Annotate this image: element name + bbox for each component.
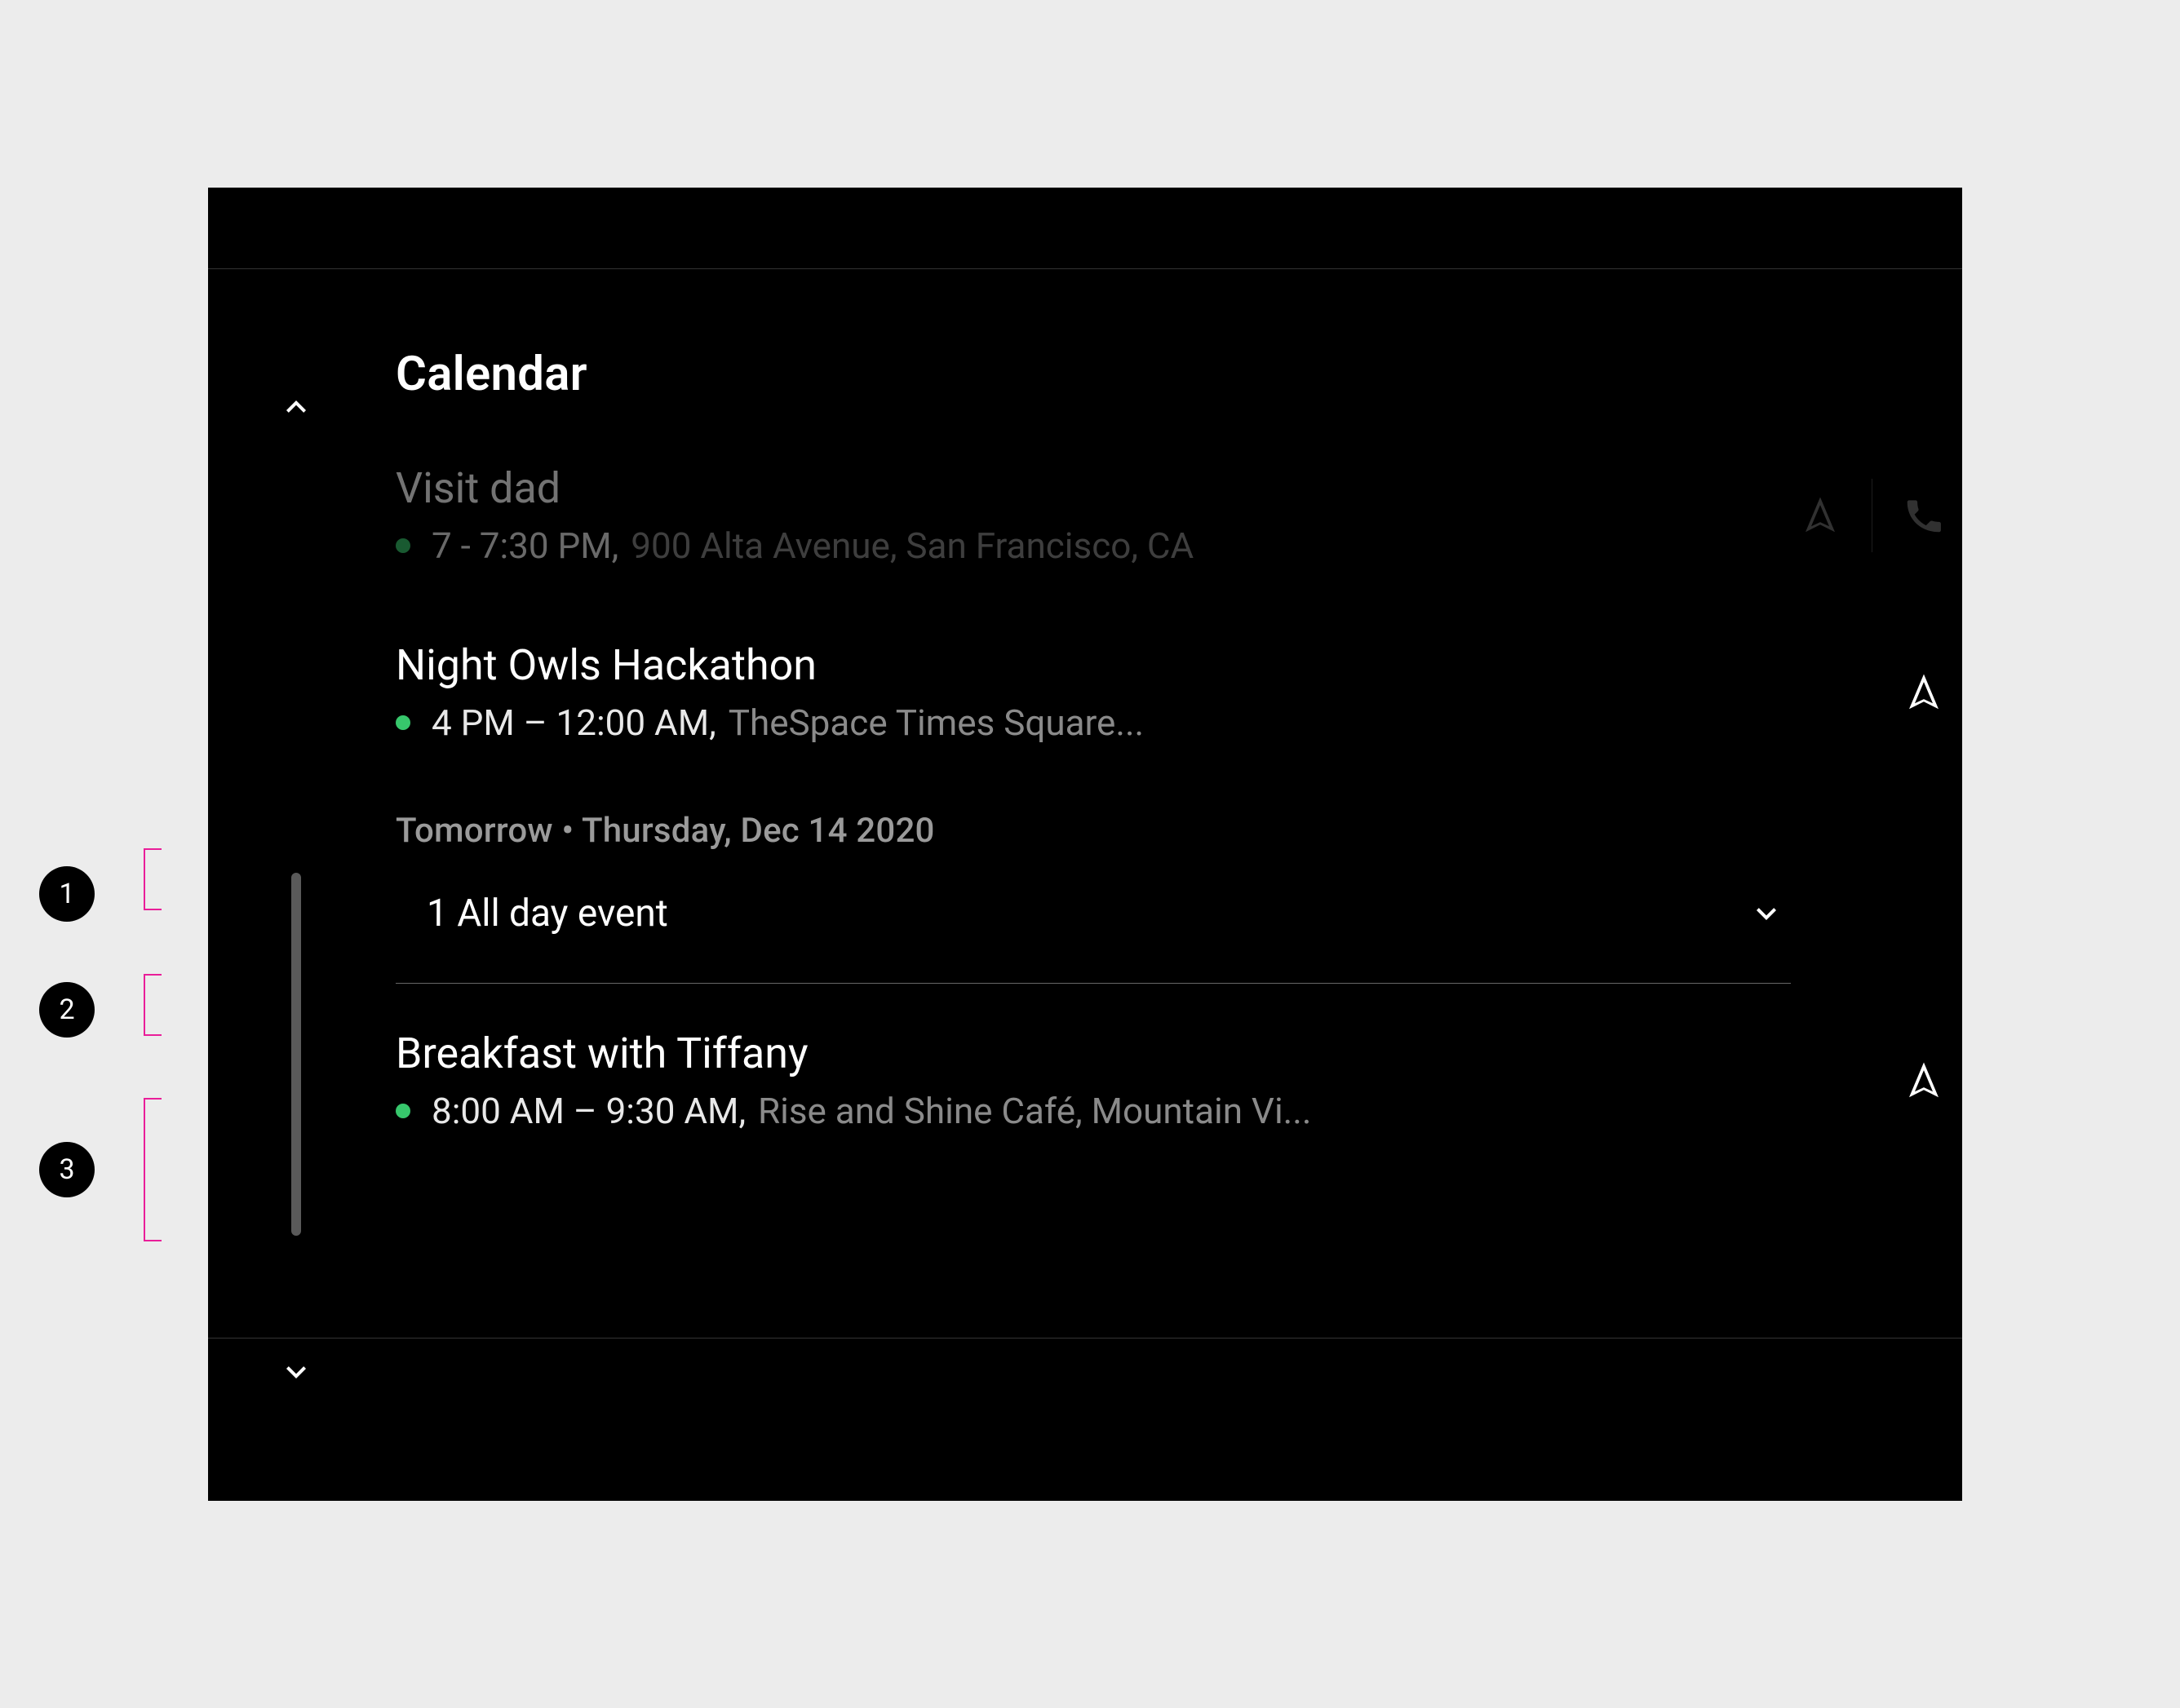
chevron-down-icon (277, 1352, 316, 1392)
event-row[interactable]: Night Owls Hackathon 4 PM – 12:00 AM, Th… (396, 640, 1791, 744)
annotation-badge-1: 1 (39, 866, 95, 922)
navigate-button[interactable] (1902, 670, 1946, 715)
expand-button[interactable] (1747, 894, 1786, 933)
event-location: TheSpace Times Square... (729, 701, 1144, 744)
device-screen: Calendar Visit dad 7 - 7:30 PM, 900 Alta… (208, 188, 1962, 1501)
chevron-down-icon (1747, 894, 1786, 933)
scroll-up-button[interactable] (277, 387, 316, 430)
event-title: Visit dad (396, 463, 1791, 513)
day-section-header: Tomorrow • Thursday, Dec 14 2020 (396, 811, 1791, 851)
annotation-badge-3: 3 (39, 1142, 95, 1197)
event-time: 4 PM – 12:00 AM, (432, 701, 716, 744)
annotation-bracket-3 (144, 1098, 162, 1241)
scroll-rail (257, 269, 347, 1338)
calendar-color-dot (396, 1104, 410, 1118)
calendar-color-dot (396, 538, 410, 553)
all-day-expander[interactable]: 1 All day event (396, 892, 1791, 984)
navigation-icon (1902, 670, 1946, 715)
content-region: Calendar Visit dad 7 - 7:30 PM, 900 Alta… (208, 269, 1962, 1338)
navigate-button[interactable] (1798, 493, 1842, 538)
status-bar (208, 188, 1962, 269)
page-title: Calendar (396, 269, 1791, 402)
event-title: Breakfast with Tiffany (396, 1029, 1791, 1078)
phone-icon (1902, 493, 1946, 538)
annotation-bracket-2 (144, 974, 162, 1036)
navigation-icon (1798, 493, 1842, 538)
scroll-down-button[interactable] (277, 1352, 316, 1395)
navigation-icon (1902, 1059, 1946, 1103)
event-location: Rise and Shine Café, Mountain Vi... (758, 1090, 1311, 1132)
call-button[interactable] (1902, 493, 1946, 538)
event-title: Night Owls Hackathon (396, 640, 1791, 690)
event-location: 900 Alta Avenue, San Francisco, CA (631, 524, 1194, 567)
event-row[interactable]: Visit dad 7 - 7:30 PM, 900 Alta Avenue, … (396, 463, 1791, 567)
navigate-button[interactable] (1902, 1059, 1946, 1103)
chevron-up-icon (277, 387, 316, 427)
event-time: 7 - 7:30 PM, (432, 524, 618, 567)
event-row[interactable]: Breakfast with Tiffany 8:00 AM – 9:30 AM… (396, 1029, 1791, 1132)
calendar-color-dot (396, 715, 410, 730)
nav-bar (208, 1338, 1962, 1501)
annotation-badge-2: 2 (39, 982, 95, 1038)
all-day-label: 1 All day event (427, 892, 668, 936)
annotation-bracket-1 (144, 848, 162, 910)
event-time: 8:00 AM – 9:30 AM, (432, 1090, 746, 1132)
scrollbar-thumb[interactable] (291, 873, 301, 1236)
